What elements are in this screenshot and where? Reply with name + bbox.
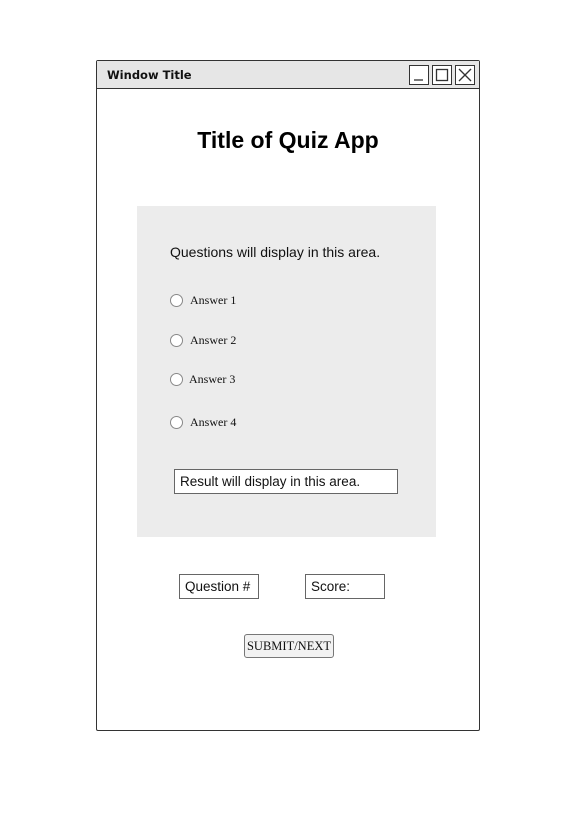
question-number-field: Question #: [179, 574, 259, 599]
window-titlebar[interactable]: Window Title: [97, 61, 479, 89]
close-icon: [458, 68, 472, 82]
minimize-icon: [414, 79, 423, 81]
app-window: Window Title Title of Quiz App Questions…: [96, 60, 480, 731]
window-title: Window Title: [107, 68, 192, 82]
close-button[interactable]: [455, 65, 475, 85]
result-display: Result will display in this area.: [174, 469, 398, 494]
answer-1-label[interactable]: Answer 1: [190, 293, 236, 308]
answer-1-radio[interactable]: [170, 294, 183, 307]
answer-3-label[interactable]: Answer 3: [189, 372, 235, 387]
question-text: Questions will display in this area.: [170, 244, 381, 260]
answer-2-label[interactable]: Answer 2: [190, 333, 236, 348]
answer-3-radio[interactable]: [170, 373, 183, 386]
maximize-button[interactable]: [432, 65, 452, 85]
maximize-icon: [435, 68, 449, 82]
submit-next-button[interactable]: SUBMIT/NEXT: [244, 634, 334, 658]
minimize-button[interactable]: [409, 65, 429, 85]
answer-4-label[interactable]: Answer 4: [190, 415, 236, 430]
quiz-title: Title of Quiz App: [197, 127, 379, 153]
score-field: Score:: [305, 574, 385, 599]
answer-4-radio[interactable]: [170, 416, 183, 429]
question-panel: Questions will display in this area. Ans…: [137, 206, 436, 537]
answer-2-radio[interactable]: [170, 334, 183, 347]
